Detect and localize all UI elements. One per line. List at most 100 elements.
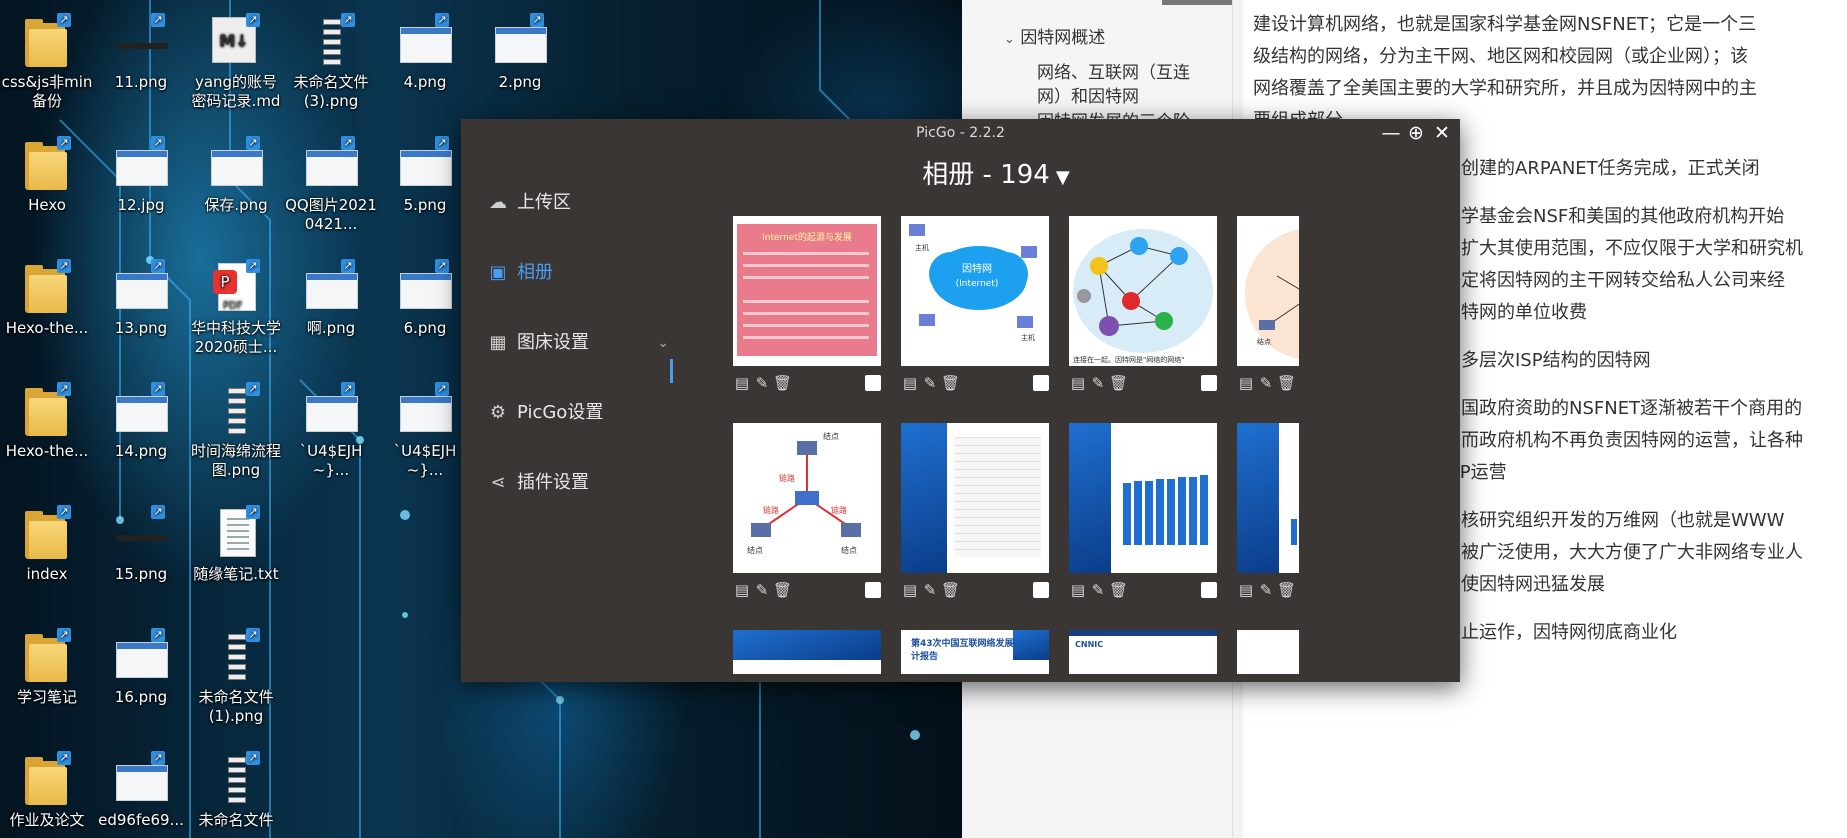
album-image[interactable] bbox=[1069, 423, 1217, 573]
desktop-icon[interactable]: ↗ QQ图片20210421... bbox=[284, 136, 378, 234]
nav-picgo-settings[interactable]: ⚙ PicGo设置 bbox=[487, 393, 677, 433]
edit-icon[interactable]: ✎ bbox=[1089, 374, 1107, 392]
copy-icon[interactable]: ▤ bbox=[1069, 374, 1087, 392]
svg-text:链路: 链路 bbox=[831, 505, 847, 515]
copy-icon[interactable]: ▤ bbox=[733, 374, 751, 392]
edit-icon[interactable]: ✎ bbox=[1257, 374, 1275, 392]
edit-icon[interactable]: ✎ bbox=[921, 374, 939, 392]
copy-icon[interactable]: ▤ bbox=[1069, 581, 1087, 599]
desktop-icon[interactable]: ↗ 12.jpg bbox=[94, 136, 188, 215]
nav-album[interactable]: ▣ 相册 bbox=[487, 253, 677, 293]
album-image[interactable] bbox=[1237, 423, 1299, 573]
select-checkbox[interactable] bbox=[865, 375, 881, 391]
desktop-icon-label: 14.png bbox=[114, 442, 168, 460]
edit-icon[interactable]: ✎ bbox=[921, 581, 939, 599]
copy-icon[interactable]: ▤ bbox=[901, 581, 919, 599]
desktop-icon[interactable]: ↗ 15.png bbox=[94, 505, 188, 584]
desktop-icon[interactable]: ↗ 4.png bbox=[378, 13, 472, 92]
delete-icon[interactable]: 🗑 bbox=[941, 374, 960, 392]
desktop-icon[interactable]: P PDF ↗ 华中科技大学2020硕士... bbox=[189, 259, 283, 357]
album-image[interactable]: Internet的起源与发展 bbox=[733, 216, 881, 366]
content-line: 上被广泛使用，大大方便了广大非网络专业人 bbox=[1443, 542, 1803, 563]
desktop-icon-label: css&js非min备份 bbox=[1, 73, 93, 110]
desktop-icon[interactable]: ↗ 5.png bbox=[378, 136, 472, 215]
svg-text:结点: 结点 bbox=[823, 431, 839, 441]
delete-icon[interactable]: 🗑 bbox=[1109, 581, 1128, 599]
desktop-icon[interactable]: ↗ 11.png bbox=[94, 13, 188, 92]
title-bar[interactable]: PicGo - 2.2.2 — ⊕ ✕ bbox=[461, 119, 1460, 147]
delete-icon[interactable]: 🗑 bbox=[773, 581, 792, 599]
desktop-icon[interactable]: ↗ `U4$EJH~}... bbox=[284, 382, 378, 480]
select-checkbox[interactable] bbox=[1201, 375, 1217, 391]
desktop-icon[interactable]: ↗ 保存.png bbox=[189, 136, 283, 215]
desktop-icon[interactable]: ↗ ed96fe69... bbox=[94, 751, 188, 830]
delete-icon[interactable]: 🗑 bbox=[1109, 374, 1128, 392]
desktop-icon[interactable]: ↗ 13.png bbox=[94, 259, 188, 338]
toc-scroll-indicator bbox=[1162, 0, 1232, 5]
select-checkbox[interactable] bbox=[1201, 582, 1217, 598]
delete-icon[interactable]: 🗑 bbox=[1277, 374, 1296, 392]
svg-text:主机: 主机 bbox=[1021, 333, 1035, 342]
close-button[interactable]: ✕ bbox=[1431, 122, 1453, 144]
desktop-icon[interactable]: ↗ 作业及论文 bbox=[0, 751, 94, 830]
desktop-icon-label: Hexo bbox=[28, 196, 66, 214]
delete-icon[interactable]: 🗑 bbox=[773, 374, 792, 392]
edit-icon[interactable]: ✎ bbox=[1089, 581, 1107, 599]
minimize-button[interactable]: — bbox=[1380, 122, 1402, 144]
album-image[interactable]: CNNIC bbox=[1069, 630, 1217, 674]
album-image[interactable] bbox=[901, 423, 1049, 573]
album-image[interactable]: 连接在一起。因特网是"网络的网络" bbox=[1069, 216, 1217, 366]
pin-button[interactable]: ⊕ bbox=[1405, 122, 1427, 144]
album-header[interactable]: 相册 - 194 ▼ bbox=[686, 157, 1306, 196]
desktop-icon[interactable]: ↗ 16.png bbox=[94, 628, 188, 707]
folder-icon: ↗ bbox=[19, 751, 75, 807]
select-checkbox[interactable] bbox=[1033, 582, 1049, 598]
album-image[interactable]: 第43次中国互联网络发展状况统计报告 bbox=[901, 630, 1049, 674]
nav-plugin-settings[interactable]: ⋖ 插件设置 bbox=[487, 463, 677, 503]
album-image[interactable]: 结点结点结点 bbox=[1237, 216, 1299, 366]
desktop-icon[interactable]: ↗ Hexo bbox=[0, 136, 94, 215]
copy-icon[interactable]: ▤ bbox=[1237, 374, 1255, 392]
desktop-icon[interactable]: M↓ ↗ yang的账号密码记录.md bbox=[189, 13, 283, 111]
copy-icon[interactable]: ▤ bbox=[733, 581, 751, 599]
desktop-icon[interactable]: ↗ 未命名文件(1).png bbox=[189, 628, 283, 726]
shortcut-arrow-icon: ↗ bbox=[530, 13, 544, 27]
album-image[interactable]: 因特网 (Internet) 主机 主机 bbox=[901, 216, 1049, 366]
edit-icon[interactable]: ✎ bbox=[753, 374, 771, 392]
nav-image-host-settings[interactable]: ▦ 图床设置 ⌄ bbox=[487, 323, 677, 363]
desktop-icon[interactable]: ↗ 随缘笔记.txt bbox=[189, 505, 283, 584]
desktop-icon[interactable]: ↗ 学习笔记 bbox=[0, 628, 94, 707]
desktop-icon[interactable]: ↗ `U4$EJH~}... bbox=[378, 382, 472, 480]
select-checkbox[interactable] bbox=[1033, 375, 1049, 391]
content-line: 停止运作，因特网彻底商业化 bbox=[1443, 622, 1677, 643]
copy-icon[interactable]: ▤ bbox=[1237, 581, 1255, 599]
desktop-icon-label: QQ图片20210421... bbox=[285, 196, 377, 233]
album-image[interactable] bbox=[733, 630, 881, 674]
desktop-icon[interactable]: ↗ 14.png bbox=[94, 382, 188, 461]
delete-icon[interactable]: 🗑 bbox=[941, 581, 960, 599]
desktop-icon[interactable]: ↗ css&js非min备份 bbox=[0, 13, 94, 111]
desktop-icon[interactable]: ↗ Hexo-the... bbox=[0, 382, 94, 461]
desktop-icon[interactable]: ↗ 2.png bbox=[473, 13, 567, 92]
desktop-icon[interactable]: ↗ 啊.png bbox=[284, 259, 378, 338]
shortcut-arrow-icon: ↗ bbox=[341, 382, 355, 396]
edit-icon[interactable]: ✎ bbox=[1257, 581, 1275, 599]
album-image[interactable] bbox=[1237, 630, 1299, 674]
content-line: 促使因特网迅猛发展 bbox=[1443, 574, 1605, 595]
desktop-icon[interactable]: ↗ 6.png bbox=[378, 259, 472, 338]
select-checkbox[interactable] bbox=[865, 582, 881, 598]
delete-icon[interactable]: 🗑 bbox=[1277, 581, 1296, 599]
copy-icon[interactable]: ▤ bbox=[901, 374, 919, 392]
desktop-icon[interactable]: ↗ 未命名文件 bbox=[189, 751, 283, 830]
edit-icon[interactable]: ✎ bbox=[753, 581, 771, 599]
desktop-icon[interactable]: ↗ 时间海绵流程图.png bbox=[189, 382, 283, 480]
desktop-icon[interactable]: ↗ 未命名文件(3).png bbox=[284, 13, 378, 111]
image-file-icon: ↗ bbox=[113, 136, 169, 192]
desktop-icon[interactable]: ↗ Hexo-the... bbox=[0, 259, 94, 338]
desktop-icon[interactable]: ↗ index bbox=[0, 505, 94, 584]
desktop-icon-label: 啊.png bbox=[306, 319, 356, 337]
nav-upload[interactable]: ☁ 上传区 bbox=[487, 183, 677, 223]
toc-item-internet-overview[interactable]: ⌄ 因特网概述 bbox=[1004, 26, 1105, 52]
album-image[interactable]: 结点 链路 链路 链路 结点 结点 bbox=[733, 423, 881, 573]
toc-item-networks[interactable]: 网络、互联网（互连 网）和因特网 bbox=[1037, 61, 1190, 109]
